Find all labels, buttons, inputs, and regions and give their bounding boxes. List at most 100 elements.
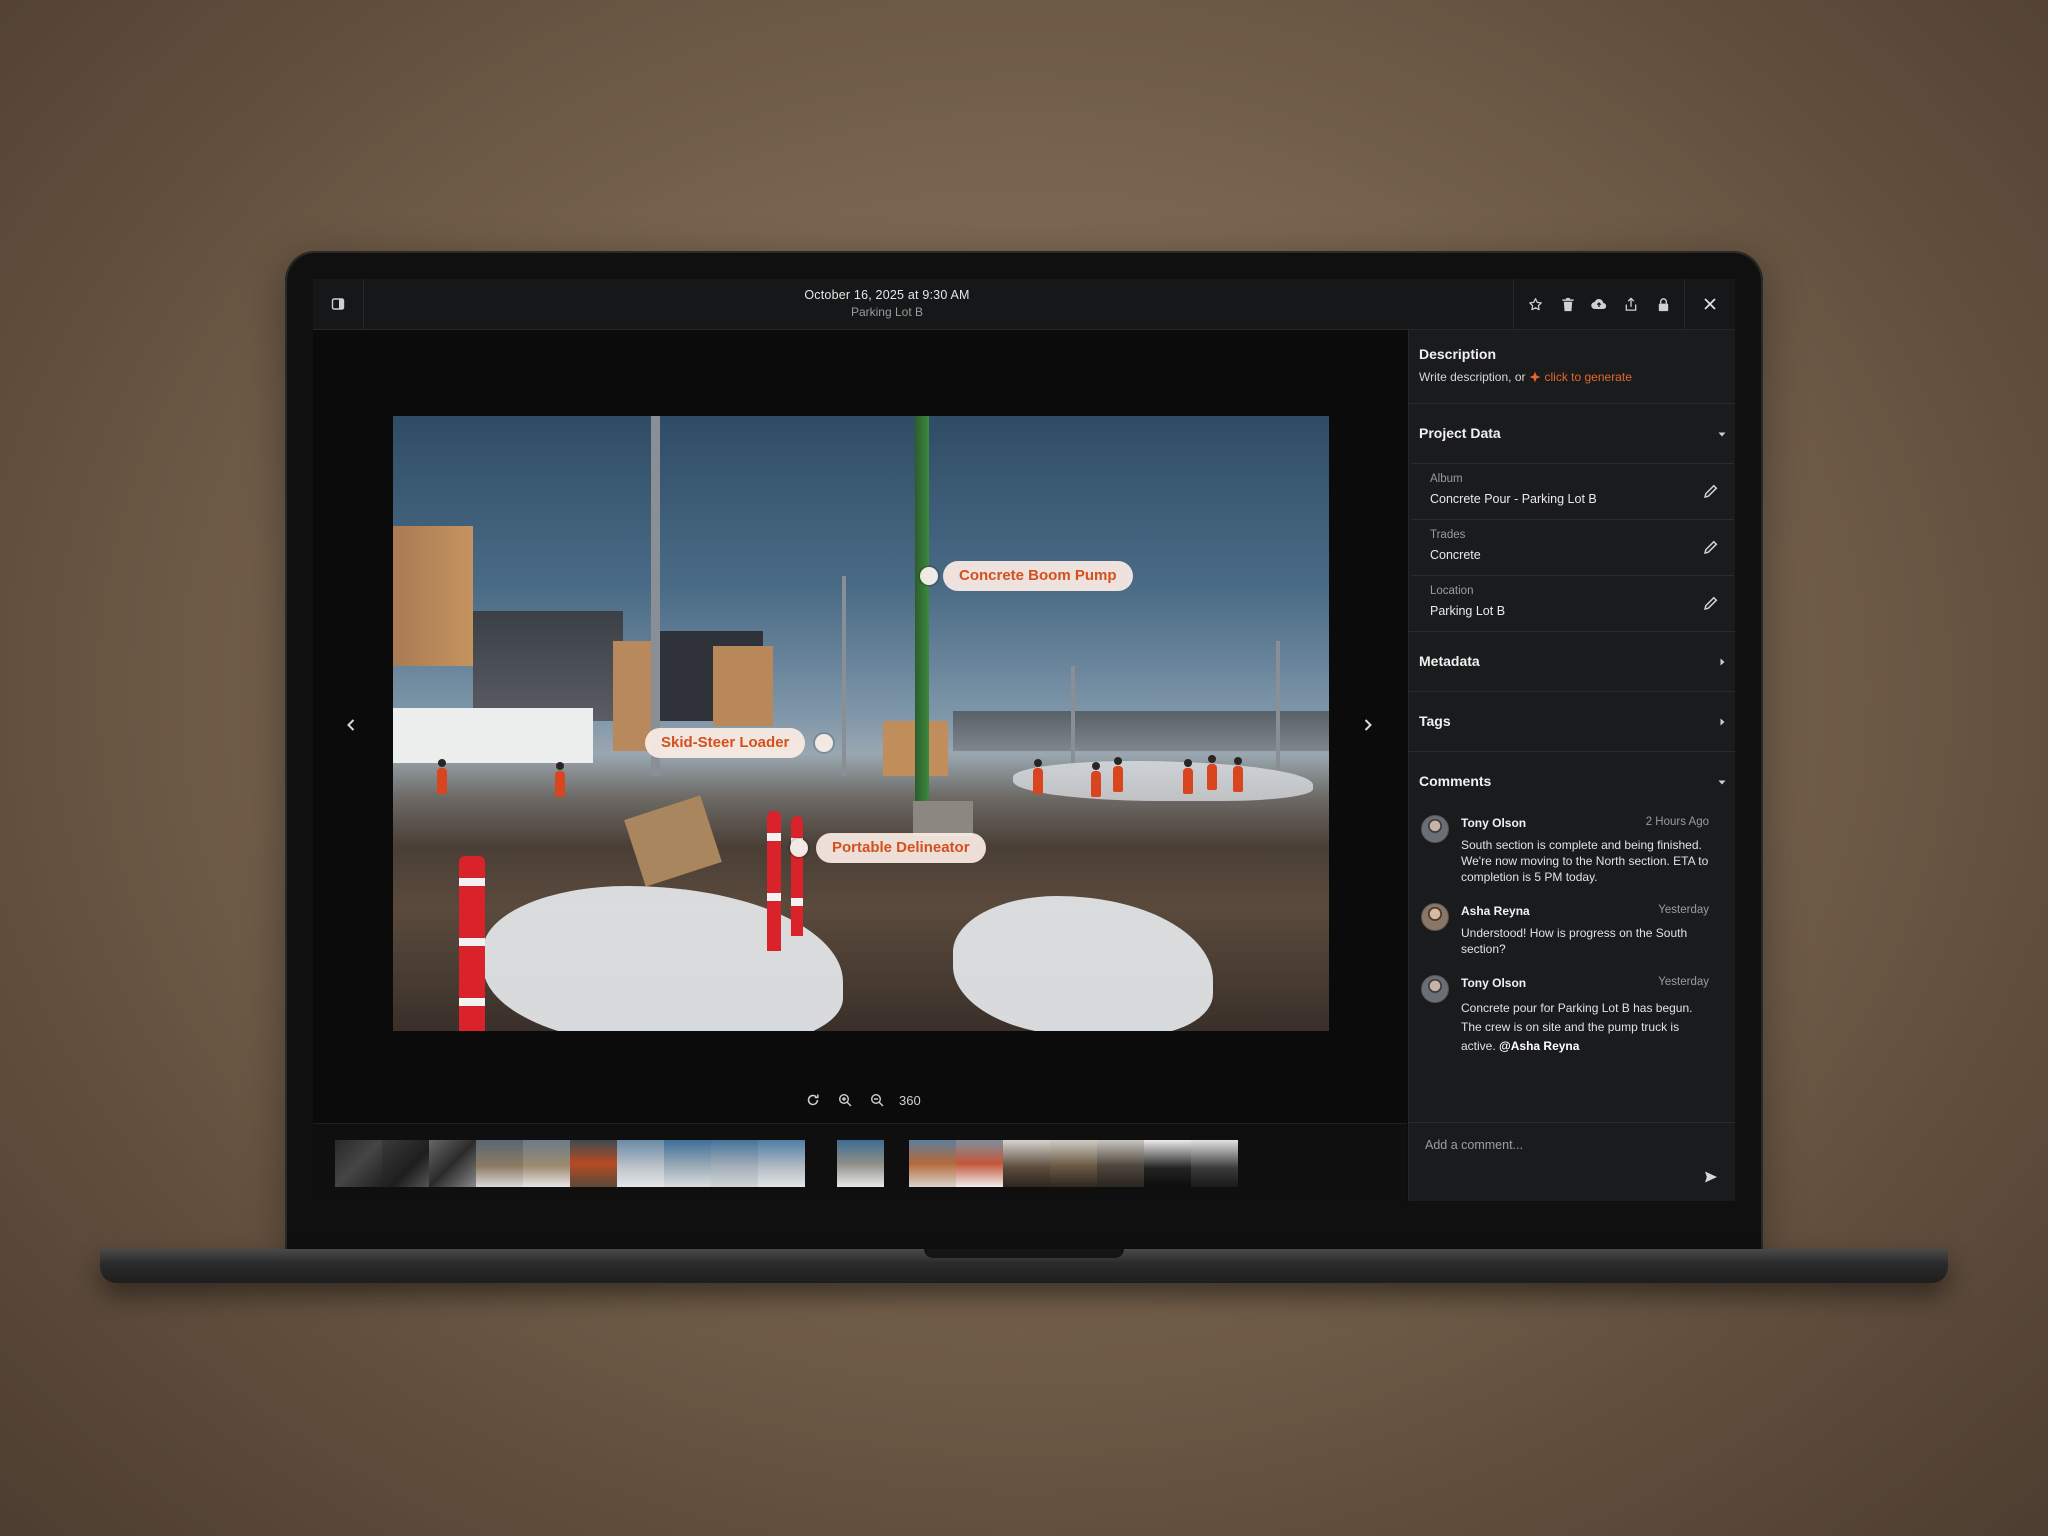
comment-text: Understood! How is progress on the South… [1461,926,1688,956]
thumbnail[interactable] [429,1140,476,1187]
comments-header[interactable]: Comments [1409,752,1735,811]
comment-composer [1409,1122,1735,1201]
thumbnail-selected[interactable] [837,1140,884,1187]
edit-trades-button[interactable] [1700,536,1722,558]
gray-building [473,611,623,721]
description-prompt[interactable]: Write description, or click to generate [1419,370,1632,384]
light-pole [842,576,846,776]
thumbnail[interactable] [758,1140,805,1187]
trades-field: Trades Concrete [1411,519,1734,575]
pump-boom [915,416,929,816]
photo-tag[interactable]: Portable Delineator [816,833,986,863]
white-trailer [393,708,593,763]
caret-right-icon [1717,657,1727,667]
comments-section: Comments Tony Olson 2 Hours Ago South se… [1409,752,1735,1122]
description-placeholder: Write description, or [1419,370,1526,384]
favorite-button[interactable] [1522,290,1550,318]
previous-photo-button[interactable] [336,710,366,740]
avatar [1421,975,1449,1003]
thumbnail[interactable] [335,1140,382,1187]
plywood-board [624,795,722,887]
project-data-section: Project Data Album Concrete Pour - Parki… [1409,404,1735,632]
worker [1033,759,1043,794]
worker [1091,762,1101,797]
chevron-right-icon [1364,719,1372,731]
cloud-upload-icon [1591,299,1607,310]
section-title: Description [1419,346,1497,362]
details-sidebar: Description Write description, or click … [1408,330,1735,1201]
thumbnail[interactable] [1050,1140,1097,1187]
tag-marker[interactable] [815,734,833,752]
comment-author: Tony Olson [1461,976,1527,990]
brick-tower [713,646,773,726]
delete-button[interactable] [1554,290,1582,318]
zoom-level: 360 [899,1092,921,1108]
lock-button[interactable] [1649,290,1677,318]
thumbnail[interactable] [570,1140,617,1187]
next-photo-button[interactable] [1353,710,1383,740]
worker [1233,757,1243,792]
thumbnail[interactable] [909,1140,956,1187]
thumbnail[interactable] [382,1140,429,1187]
project-data-header[interactable]: Project Data [1409,404,1735,463]
send-comment-button[interactable] [1700,1166,1722,1188]
rotate-icon [807,1094,819,1106]
zoom-in-button[interactable] [835,1090,855,1110]
thumbnail[interactable] [664,1140,711,1187]
photo-tag[interactable]: Skid-Steer Loader [645,728,806,758]
thumbnail[interactable] [523,1140,570,1187]
thumbnail[interactable] [956,1140,1003,1187]
metadata-section-header[interactable]: Metadata [1409,632,1735,692]
description-section: Description Write description, or click … [1409,330,1735,404]
tag-marker[interactable] [790,839,808,857]
send-icon [1705,1171,1717,1183]
laptop-base [100,1249,1948,1283]
thumbnail[interactable] [1097,1140,1144,1187]
pencil-icon [1703,540,1718,555]
light-pole [651,416,660,776]
zoom-in-icon [838,1093,852,1107]
field-value: Concrete [1430,548,1481,562]
worker [1207,755,1217,790]
section-title: Tags [1419,713,1451,729]
tag-marker[interactable] [920,567,938,585]
tags-section-header[interactable]: Tags [1409,692,1735,752]
thumbnail[interactable] [617,1140,664,1187]
delineator [791,816,803,936]
rotate-button[interactable] [803,1090,823,1110]
zoom-out-button[interactable] [867,1090,887,1110]
photo-tag[interactable]: Concrete Boom Pump [943,561,1133,591]
generate-description-link[interactable]: click to generate [1529,370,1632,384]
comment-time: Yesterday [1658,904,1709,916]
field-label: Trades [1430,529,1466,541]
sidebar-toggle-button[interactable] [313,279,364,329]
light-pole [1071,666,1075,776]
edit-album-button[interactable] [1700,480,1722,502]
thumbnail[interactable] [1191,1140,1238,1187]
sidebar-panel-icon [331,298,345,310]
thumbnail[interactable] [1144,1140,1191,1187]
comment-author: Asha Reyna [1461,904,1530,918]
comment-author: Tony Olson [1461,816,1527,830]
pencil-icon [1703,484,1718,499]
photo-location: Parking Lot B [850,305,924,319]
trash-icon [1562,297,1574,311]
photo-title: October 16, 2025 at 9:30 AM Parking Lot … [363,288,1411,319]
top-bar: October 16, 2025 at 9:30 AM Parking Lot … [313,279,1735,330]
share-button[interactable] [1617,290,1645,318]
caret-down-icon [1717,777,1727,787]
close-button[interactable] [1684,279,1735,329]
edit-location-button[interactable] [1700,592,1722,614]
photo-date: October 16, 2025 at 9:30 AM [804,288,970,302]
section-title: Comments [1419,773,1492,789]
thumbnail[interactable] [711,1140,758,1187]
thumbnail[interactable] [1003,1140,1050,1187]
comment-input[interactable] [1423,1133,1707,1157]
comment-time: Yesterday [1658,976,1709,988]
upload-button[interactable] [1585,290,1613,318]
construction-photo[interactable]: Concrete Boom Pump Skid-Steer Loader Por… [393,416,1329,1031]
comment-text: South section is complete and being fini… [1461,838,1709,884]
section-title: Project Data [1419,425,1501,441]
user-mention[interactable]: @Asha Reyna [1499,1039,1579,1053]
thumbnail[interactable] [476,1140,523,1187]
